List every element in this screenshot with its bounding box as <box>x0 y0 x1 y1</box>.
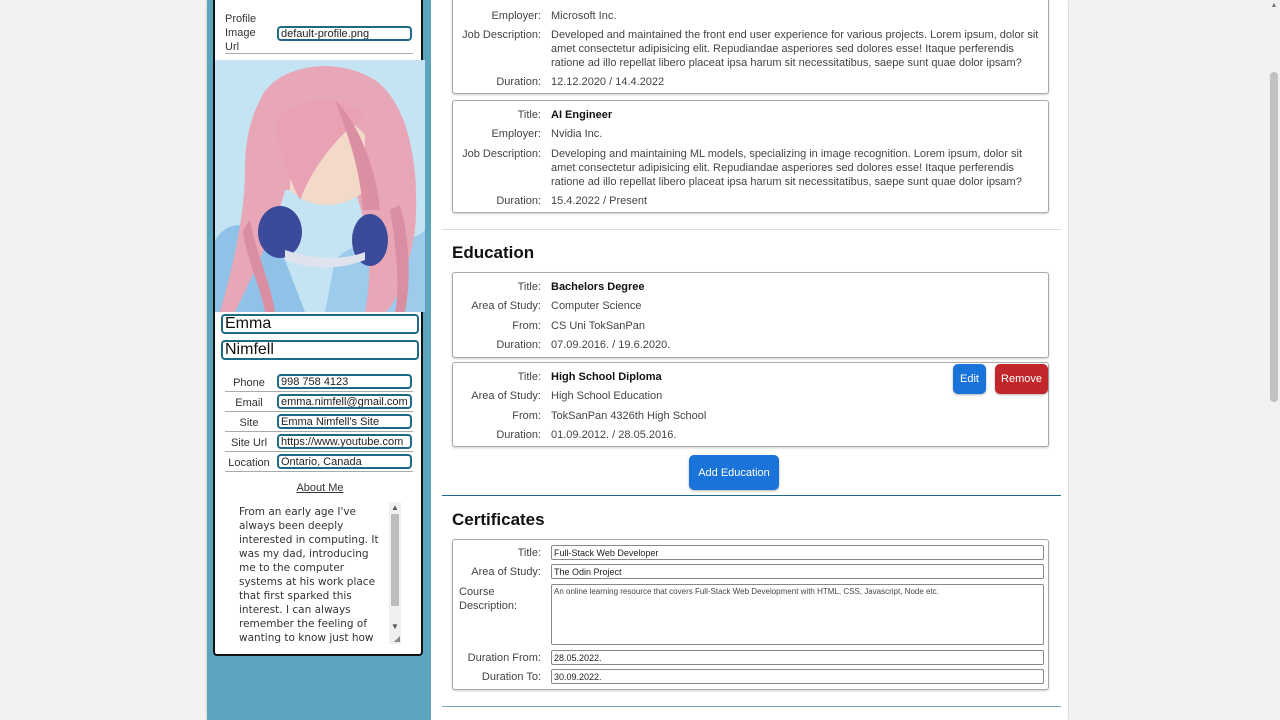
duration-from-input[interactable] <box>551 650 1044 665</box>
certificates-heading: Certificates <box>452 510 545 529</box>
job-description-label: Job Description: <box>462 148 541 160</box>
title-label: Title: <box>517 109 541 121</box>
remove-button[interactable]: Remove <box>995 364 1048 394</box>
course-description-label: Course Description: <box>459 586 518 612</box>
cv-page: Profile Image Url default-profile.png Em… <box>207 0 1068 720</box>
duration-label: Duration: <box>496 339 541 351</box>
area-label: Area of Study: <box>471 566 541 578</box>
employer-value: Nvidia Inc. <box>551 128 603 140</box>
about-scrollbar[interactable]: ▲ ▼ <box>389 502 401 644</box>
title-label: Title: <box>517 281 541 293</box>
main-content: Employer: Microsoft Inc. Job Description… <box>431 0 1068 720</box>
employer-label: Employer: <box>491 10 541 22</box>
image-url-label: Profile Image Url <box>225 13 257 53</box>
duration-value: 07.09.2016. / 19.6.2020. <box>551 339 671 351</box>
about-me-textarea[interactable]: From an early age I've always been deepl… <box>237 502 401 644</box>
scroll-down-arrow-icon[interactable]: ▼ <box>389 622 401 632</box>
section-divider <box>442 495 1061 496</box>
from-label: From: <box>512 410 541 422</box>
divider <box>225 451 413 452</box>
from-label: From: <box>512 320 541 332</box>
first-name-input[interactable] <box>221 314 419 334</box>
duration-value: 12.12.2020 / 14.4.2022 <box>551 76 665 88</box>
site-url-label: Site Url <box>230 437 268 449</box>
divider <box>225 431 413 432</box>
email-label: Email <box>235 397 263 409</box>
site-url-row: Site Url <box>225 434 415 452</box>
duration-label: Duration: <box>496 76 541 88</box>
image-url-input[interactable] <box>277 26 412 41</box>
area-of-study-input[interactable] <box>551 564 1044 579</box>
title-label: Title: <box>517 371 541 383</box>
phone-input[interactable] <box>277 374 412 389</box>
duration-to-input[interactable] <box>551 669 1044 684</box>
image-url-row: Profile Image Url <box>225 12 415 54</box>
about-me-text: From an early age I've always been deepl… <box>239 506 379 644</box>
education-entry: Title: Bachelors Degree Area of Study: C… <box>452 272 1049 358</box>
divider <box>225 411 413 412</box>
email-row: Email <box>225 394 415 412</box>
scroll-up-arrow-icon[interactable]: ▲ <box>1268 2 1280 9</box>
area-label: Area of Study: <box>471 300 541 312</box>
job-description-value: Developing and maintaining ML models, sp… <box>551 148 1023 188</box>
from-value: CS Uni TokSanPan <box>551 320 645 332</box>
divider <box>225 471 413 472</box>
site-input[interactable] <box>277 414 412 429</box>
phone-label: Phone <box>233 377 265 389</box>
duration-value: 15.4.2022 / Present <box>551 195 648 207</box>
title-value: Bachelors Degree <box>551 281 645 293</box>
divider <box>225 53 413 54</box>
title-label: Title: <box>517 547 541 559</box>
location-row: Location <box>225 454 415 472</box>
job-description-value: Developed and maintained the front end u… <box>551 29 1039 69</box>
duration-to-label: Duration To: <box>481 671 541 683</box>
resize-grip-icon[interactable]: ◢ <box>390 634 400 644</box>
job-description-label: Job Description: <box>462 29 541 41</box>
scroll-up-arrow-icon[interactable]: ▲ <box>389 503 401 513</box>
about-me-title: About Me <box>296 482 344 494</box>
add-education-button[interactable]: Add Education <box>689 455 779 490</box>
title-value: AI Engineer <box>551 109 613 121</box>
sidebar: Profile Image Url default-profile.png Em… <box>207 0 431 720</box>
area-label: Area of Study: <box>471 390 541 402</box>
divider <box>225 391 413 392</box>
phone-row: Phone <box>225 374 415 392</box>
employer-value: Microsoft Inc. <box>551 10 617 22</box>
location-label: Location <box>228 457 270 469</box>
last-name-input[interactable] <box>221 340 419 360</box>
profile-avatar <box>215 60 425 312</box>
experience-entry: Title: AI Engineer Employer: Nvidia Inc.… <box>452 100 1049 213</box>
education-entry: Title: High School Diploma Area of Study… <box>452 362 1049 447</box>
location-input[interactable] <box>277 454 412 469</box>
certificate-entry: Title: Area of Study: Course Description… <box>452 539 1049 690</box>
email-input[interactable] <box>277 394 412 409</box>
duration-label: Duration: <box>496 429 541 441</box>
section-divider <box>442 229 1061 230</box>
page-scroll-thumb[interactable] <box>1270 72 1278 402</box>
site-url-input[interactable] <box>277 434 412 449</box>
from-value: TokSanPan 4326th High School <box>551 410 707 422</box>
education-heading: Education <box>452 243 535 262</box>
course-description-textarea[interactable]: An online learning resource that covers … <box>551 584 1044 645</box>
duration-label: Duration: <box>496 195 541 207</box>
section-divider <box>442 706 1061 707</box>
experience-entry: Employer: Microsoft Inc. Job Description… <box>452 0 1049 94</box>
profile-card: Profile Image Url default-profile.png Em… <box>213 0 425 656</box>
employer-label: Employer: <box>491 128 541 140</box>
site-label: Site <box>239 417 259 429</box>
area-value: Computer Science <box>551 300 642 312</box>
certificate-title-input[interactable] <box>551 545 1044 560</box>
page-scrollbar[interactable]: ▲ <box>1268 0 1280 720</box>
duration-value: 01.09.2012. / 28.05.2016. <box>551 429 677 441</box>
site-row: Site <box>225 414 415 432</box>
duration-from-label: Duration From: <box>467 652 541 664</box>
about-scroll-thumb[interactable] <box>391 514 399 606</box>
edit-button[interactable]: Edit <box>953 364 986 394</box>
